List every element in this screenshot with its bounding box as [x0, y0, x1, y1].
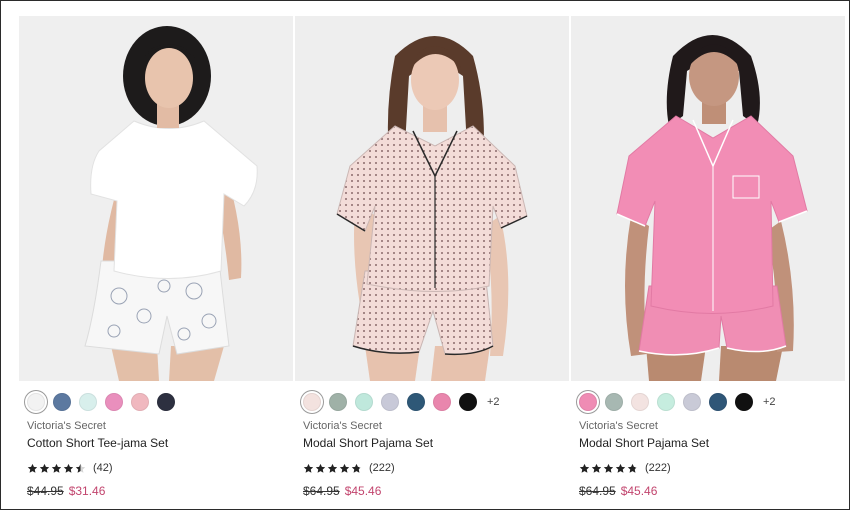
- product-name-link[interactable]: Cotton Short Tee-jama Set: [27, 436, 168, 450]
- star-icon: [351, 463, 362, 473]
- price-block: $44.95 $31.46: [27, 484, 105, 498]
- color-swatch[interactable]: [407, 393, 425, 411]
- color-swatch[interactable]: [735, 393, 753, 411]
- color-swatches: +2: [303, 392, 500, 412]
- product-rating[interactable]: (222): [303, 461, 395, 475]
- color-swatch[interactable]: [683, 393, 701, 411]
- color-swatch[interactable]: [27, 393, 45, 411]
- product-brand: Victoria's Secret: [27, 420, 106, 432]
- star-icon: [327, 463, 338, 473]
- product-brand: Victoria's Secret: [303, 420, 382, 432]
- product-image[interactable]: [295, 16, 569, 381]
- star-icon: [63, 463, 74, 473]
- star-icon: [51, 463, 62, 473]
- product-grid: Victoria's Secret Cotton Short Tee-jama …: [19, 16, 847, 506]
- review-count: (42): [93, 462, 113, 474]
- price-block: $64.95 $45.46: [303, 484, 381, 498]
- color-swatch[interactable]: [355, 393, 373, 411]
- color-swatch[interactable]: [53, 393, 71, 411]
- rating-stars: [579, 463, 638, 474]
- original-price: $64.95: [579, 484, 616, 498]
- review-count: (222): [369, 462, 395, 474]
- color-swatch[interactable]: [157, 393, 175, 411]
- color-swatch[interactable]: [709, 393, 727, 411]
- color-swatch[interactable]: [105, 393, 123, 411]
- color-swatch[interactable]: [579, 393, 597, 411]
- color-swatches: [27, 392, 175, 412]
- product-brand: Victoria's Secret: [579, 420, 658, 432]
- color-swatch[interactable]: [303, 393, 321, 411]
- product-image[interactable]: [19, 16, 293, 381]
- star-icon: [603, 463, 614, 473]
- star-icon: [339, 463, 350, 473]
- color-swatch[interactable]: [79, 393, 97, 411]
- model-photo-modal-polka: [295, 16, 569, 381]
- color-swatch[interactable]: [381, 393, 399, 411]
- product-name-link[interactable]: Modal Short Pajama Set: [303, 436, 433, 450]
- color-swatch[interactable]: [605, 393, 623, 411]
- star-icon: [627, 463, 638, 473]
- color-swatch[interactable]: [329, 393, 347, 411]
- model-photo-tee-jama: [19, 16, 293, 381]
- color-swatch[interactable]: [657, 393, 675, 411]
- star-icon: [39, 463, 50, 473]
- review-count: (222): [645, 462, 671, 474]
- color-swatch[interactable]: [459, 393, 477, 411]
- product-rating[interactable]: (222): [579, 461, 671, 475]
- price-block: $64.95 $45.46: [579, 484, 657, 498]
- more-colors-link[interactable]: +2: [487, 396, 500, 408]
- product-card: Victoria's Secret Cotton Short Tee-jama …: [19, 16, 293, 506]
- product-grid-frame: Victoria's Secret Cotton Short Tee-jama …: [0, 0, 850, 510]
- star-icon: [591, 463, 602, 473]
- product-image[interactable]: [571, 16, 845, 381]
- star-icon: [579, 463, 590, 473]
- sale-price: $45.46: [344, 484, 382, 498]
- original-price: $44.95: [27, 484, 64, 498]
- model-photo-modal-pink: [571, 16, 845, 381]
- sale-price: $45.46: [620, 484, 658, 498]
- sale-price: $31.46: [68, 484, 106, 498]
- original-price: $64.95: [303, 484, 340, 498]
- more-colors-link[interactable]: +2: [763, 396, 776, 408]
- color-swatch[interactable]: [631, 393, 649, 411]
- rating-stars: [303, 463, 362, 474]
- star-icon: [315, 463, 326, 473]
- star-icon: [615, 463, 626, 473]
- color-swatch[interactable]: [433, 393, 451, 411]
- star-icon: [75, 463, 86, 473]
- product-rating[interactable]: (42): [27, 461, 113, 475]
- rating-stars: [27, 463, 86, 474]
- product-card: +2 Victoria's Secret Modal Short Pajama …: [295, 16, 569, 506]
- product-name-link[interactable]: Modal Short Pajama Set: [579, 436, 709, 450]
- product-card: +2 Victoria's Secret Modal Short Pajama …: [571, 16, 845, 506]
- star-icon: [27, 463, 38, 473]
- color-swatches: +2: [579, 392, 776, 412]
- color-swatch[interactable]: [131, 393, 149, 411]
- star-icon: [303, 463, 314, 473]
